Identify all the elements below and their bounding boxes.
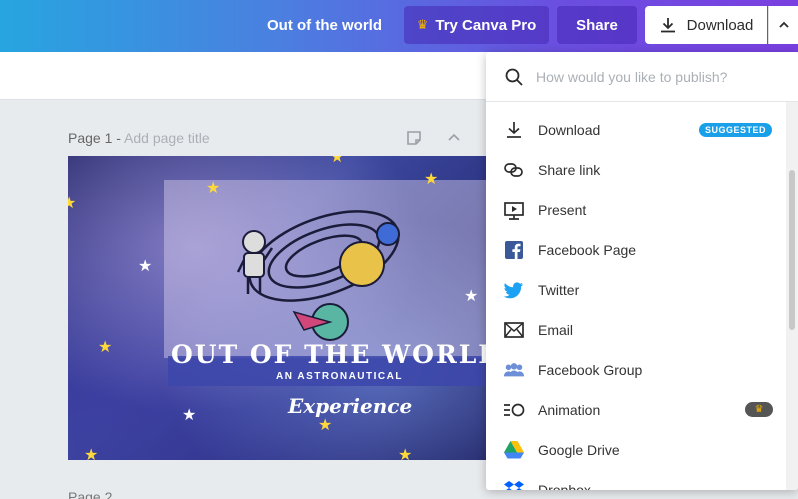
search-icon — [505, 68, 523, 86]
star-icon: ★ — [206, 180, 221, 197]
crown-icon: ♛ — [416, 17, 429, 32]
publish-option-twitter[interactable]: Twitter — [486, 270, 786, 310]
astronaut-illustration — [236, 230, 274, 294]
facebook-icon — [503, 239, 525, 261]
download-menu-toggle[interactable] — [768, 6, 798, 44]
try-canva-pro-label: Try Canva Pro — [435, 16, 537, 34]
publish-option-animation[interactable]: Animation ♛ — [486, 390, 786, 430]
publish-option-share-link[interactable]: Share link — [486, 150, 786, 190]
publish-option-label: Share link — [538, 162, 601, 178]
animation-icon — [503, 399, 525, 421]
facebook-group-icon — [503, 359, 525, 381]
publish-dropdown: Download SUGGESTED Share link Present Fa… — [486, 52, 798, 490]
publish-option-label: Download — [538, 122, 601, 138]
publish-option-label: Present — [538, 202, 587, 218]
download-icon — [660, 18, 675, 33]
publish-option-facebook-group[interactable]: Facebook Group — [486, 350, 786, 390]
publish-option-facebook-page[interactable]: Facebook Page — [486, 230, 786, 270]
page-2-label: Page 2 — [68, 489, 113, 499]
notes-icon[interactable] — [405, 129, 423, 147]
crown-icon: ♛ — [745, 402, 773, 417]
publish-option-label: Facebook Page — [538, 242, 637, 258]
scrollbar-thumb[interactable] — [789, 170, 795, 330]
publish-scrollbar[interactable] — [786, 102, 798, 490]
google-drive-icon — [503, 439, 525, 461]
publish-option-label: Email — [538, 322, 574, 338]
page-tools — [405, 129, 463, 147]
publish-option-label: Twitter — [538, 282, 580, 298]
move-page-up-icon[interactable] — [445, 129, 463, 147]
dropbox-icon — [503, 479, 525, 490]
chevron-up-icon — [778, 21, 789, 28]
star-icon: ★ — [424, 171, 439, 188]
link-icon — [503, 159, 525, 181]
design-headline: OUT OF THE WORLD — [171, 340, 488, 369]
star-icon: ★ — [68, 195, 77, 212]
star-icon: ★ — [98, 339, 113, 356]
twitter-icon — [503, 279, 525, 301]
star-icon: ★ — [330, 156, 345, 166]
page-title: Page 1 - Add page title — [68, 130, 210, 146]
download-icon — [503, 119, 525, 141]
star-icon: ★ — [318, 417, 333, 434]
publish-search — [486, 52, 798, 102]
page-number-label: Page 1 - — [68, 130, 125, 146]
publish-option-label: Google Drive — [538, 442, 620, 458]
publish-option-email[interactable]: Email — [486, 310, 786, 350]
document-title[interactable]: Out of the world — [267, 17, 382, 34]
publish-option-label: Animation — [538, 402, 601, 418]
download-button[interactable]: Download — [645, 6, 767, 44]
star-icon: ★ — [138, 258, 153, 275]
publish-option-label: Dropbox — [538, 482, 591, 490]
publish-options-list: Download SUGGESTED Share link Present Fa… — [486, 110, 786, 490]
suggested-badge: SUGGESTED — [699, 123, 773, 137]
download-label: Download — [686, 16, 754, 34]
top-bar: Out of the world ♛ Try Canva Pro Share D… — [0, 0, 798, 52]
publish-option-present[interactable]: Present — [486, 190, 786, 230]
publish-search-input[interactable] — [536, 68, 776, 85]
star-icon: ★ — [464, 288, 479, 305]
design-canvas[interactable]: ★ ★ ★ ★ ★ ★ ★ ★ ★ ★ ★ OUT OF THE WORLD A… — [68, 156, 488, 460]
star-icon: ★ — [84, 447, 99, 461]
share-label: Share — [576, 16, 618, 34]
present-icon — [503, 199, 525, 221]
publish-option-google-drive[interactable]: Google Drive — [486, 430, 786, 470]
publish-option-dropbox[interactable]: Dropbox — [486, 470, 786, 490]
star-icon: ★ — [398, 447, 413, 461]
design-script-text: Experience — [288, 394, 413, 418]
publish-option-label: Facebook Group — [538, 362, 643, 378]
try-canva-pro-button[interactable]: ♛ Try Canva Pro — [404, 6, 549, 44]
email-icon — [503, 319, 525, 341]
add-page-title-input[interactable]: Add page title — [124, 130, 210, 146]
publish-option-download[interactable]: Download SUGGESTED — [486, 110, 786, 150]
share-button[interactable]: Share — [557, 6, 637, 44]
star-icon: ★ — [182, 407, 197, 424]
design-subline: AN ASTRONAUTICAL — [276, 371, 403, 382]
